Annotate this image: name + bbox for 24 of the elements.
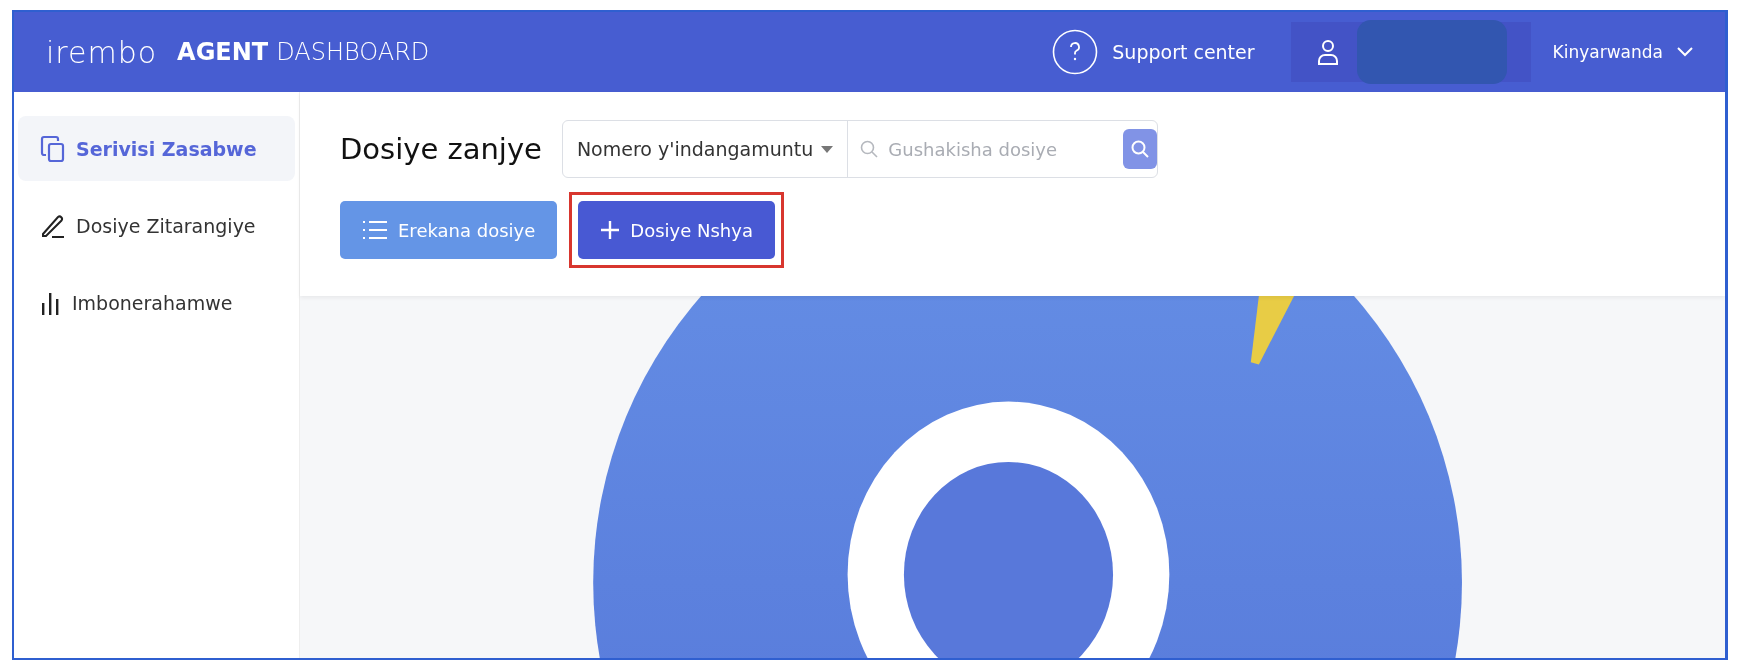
search-button[interactable] [1123,129,1158,169]
sidebar-item[interactable]: Serivisi Zasabwe [18,116,295,181]
page-title: Dosiye zanjye [340,132,542,166]
new-file-button[interactable]: Dosiye Nshya [578,201,775,259]
list-icon [362,220,388,240]
sidebar-item[interactable]: Dosiye Zitarangiye [18,193,295,258]
search-type-select[interactable]: Nomero y'indangamuntu [562,121,849,177]
language-select[interactable]: Kinyarwanda [1552,42,1693,62]
chevron-down-icon [1677,47,1693,57]
plus-icon [600,220,621,240]
support-link[interactable]: Support center [1112,41,1255,63]
show-files-button[interactable]: Erekana dosiye [340,201,558,259]
sidebar-item[interactable]: Imbonerahamwe [18,270,295,335]
caret-icon [821,145,834,153]
help-icon[interactable] [1052,29,1099,75]
search-field[interactable]: Gushakisha dosiye [886,137,1116,161]
copy-icon [40,134,66,163]
logo: irembo [46,34,158,70]
search-icon [1131,140,1150,158]
app-title: AGENT [177,38,269,66]
app-subtitle: DASHBOARD [276,38,430,66]
pen-icon [40,212,66,239]
user-icon [1316,39,1339,65]
search-icon [860,140,879,158]
